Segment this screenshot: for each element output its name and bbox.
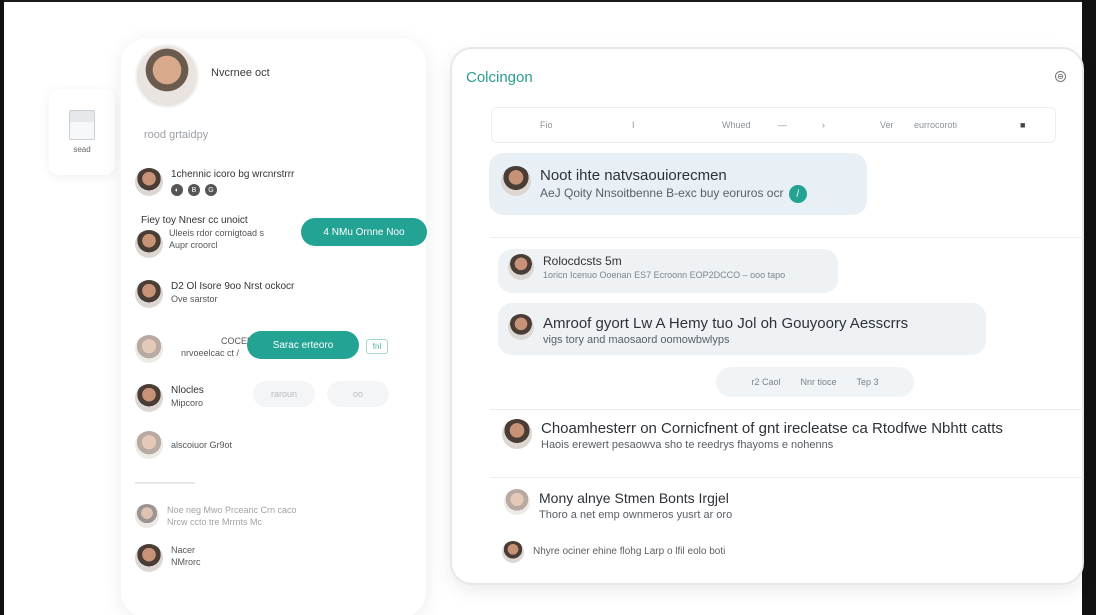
toolbar-item[interactable]: I: [632, 120, 635, 130]
message-body: Haois erewert pesaowva sho te reedrys fh…: [541, 439, 834, 451]
avatar: [135, 504, 159, 528]
message[interactable]: Amroof gyort Lw A Hemy tuo Jol oh Gouyoo…: [508, 314, 908, 348]
contacts-panel: Nvcrnee oct rood grtaidpy 1chennic icoro…: [121, 38, 427, 615]
contact-subtitle: Uleeis rdor cornigtoad s: [169, 228, 265, 238]
avatar: [508, 314, 534, 340]
tag-icon: G: [205, 184, 217, 196]
window-edge-top: [0, 0, 1096, 2]
contact-name: alscoiuor Gr9ot: [171, 440, 233, 450]
profile-avatar[interactable]: [135, 44, 199, 108]
contact-item[interactable]: 1chennic icoro bg wrcnrstrrr ◐ B G: [135, 168, 294, 196]
chip-mid: Nnr tioce: [800, 377, 837, 387]
divider: [490, 409, 1084, 410]
message-title: Noot ihte natvsaouiorecmen: [540, 167, 727, 184]
more-options-icon[interactable]: ⊖: [1055, 71, 1066, 82]
contact-subtitle: NMrorc: [171, 557, 201, 567]
divider: [135, 482, 195, 484]
message-title: Nhyre ociner ehine flohg Larp o lfil eol…: [533, 546, 726, 557]
message-title: Amroof gyort Lw A Hemy tuo Jol oh Gouyoo…: [543, 315, 909, 332]
contact-name: Fiey toy Nnesr cc unoict: [141, 215, 248, 226]
check-icon[interactable]: /: [788, 185, 807, 203]
secondary-button[interactable]: oo: [327, 381, 389, 407]
message-title: Choamhesterr on Cornicfnent of gnt irecl…: [541, 420, 1003, 437]
contact-action-button[interactable]: 4 NMu Ornne Noo: [301, 218, 427, 246]
avatar: [135, 335, 163, 363]
contact-subtitle: Mipcoro: [171, 398, 204, 408]
avatar: [135, 384, 163, 412]
message[interactable]: Mony alnye Stmen Bonts Irgjel Thoro a ne…: [504, 489, 732, 523]
thread-info-chip[interactable]: r2 Caol Nnr tioce Tep 3: [716, 367, 914, 397]
file-card[interactable]: sead: [49, 89, 115, 175]
contact-name: D2 Ol Isore 9oo Nrst ockocr: [171, 281, 295, 292]
toolbar-item: —: [778, 120, 787, 130]
contact-name: Nacer: [171, 545, 196, 555]
contact-item[interactable]: D2 Ol Isore 9oo Nrst ockocr Ove sarstor: [135, 280, 294, 308]
avatar: [501, 166, 531, 196]
message-body: vigs tory and maosaord oomowbwlyps: [543, 334, 730, 346]
avatar: [135, 431, 163, 459]
conversation-panel: Colcingon ⊖ Fio I Whued — › Ver eurrocor…: [450, 47, 1084, 585]
chip-left: r2 Caol: [751, 377, 781, 387]
avatar: [502, 419, 532, 449]
secondary-button[interactable]: raroun: [253, 381, 315, 407]
link-icon[interactable]: fnl: [366, 339, 388, 354]
avatar: [135, 168, 163, 196]
toolbar-item[interactable]: Fio: [540, 120, 553, 130]
contact-item[interactable]: COCENK nrvoeelcac ct /: [135, 335, 260, 363]
section-label: rood grtaidpy: [144, 129, 209, 141]
filter-toolbar: Fio I Whued — › Ver eurrocoroti ■: [491, 107, 1056, 143]
message-body: AeJ Qoity Nnsoitbenne B-exc buy eoruros …: [540, 186, 784, 201]
status-icon: ◐: [171, 184, 183, 196]
toolbar-item[interactable]: eurrocoroti: [914, 120, 957, 130]
message[interactable]: Nhyre ociner ehine flohg Larp o lfil eol…: [502, 541, 725, 563]
window-edge-left: [0, 0, 4, 615]
profile-name: Nvcrnee oct: [211, 67, 270, 79]
contact-item[interactable]: alscoiuor Gr9ot: [135, 431, 232, 459]
message[interactable]: Rolocdcsts 5m 1oricn Icenuo Ooenan ES7 E…: [508, 254, 785, 281]
contact-item[interactable]: Nlocles Mipcoro: [135, 384, 204, 412]
message[interactable]: Noot ihte natvsaouiorecmen AeJ Qoity Nns…: [501, 166, 807, 203]
lock-icon[interactable]: ■: [1020, 120, 1025, 130]
avatar: [135, 280, 163, 308]
contact-meta: Aupr croorcl: [169, 240, 218, 250]
document-icon: [69, 110, 95, 140]
panel-title: Colcingon: [466, 69, 533, 86]
message-title: Mony alnye Stmen Bonts Irgjel: [539, 490, 729, 506]
contact-item[interactable]: Noe neg Mwo Prceanc Crn caco Nrcw ccto t…: [135, 504, 297, 528]
avatar: [508, 254, 534, 280]
contact-item[interactable]: Fiey toy Nnesr cc unoict Uleeis rdor cor…: [135, 214, 265, 258]
window-edge-right: [1082, 0, 1096, 615]
message[interactable]: Choamhesterr on Cornicfnent of gnt irecl…: [502, 419, 1003, 453]
chevron-right-icon[interactable]: ›: [822, 120, 825, 130]
contact-subtitle: Nrcw ccto tre Mrrnts Mc: [167, 517, 263, 527]
contact-action-button[interactable]: Sarac erteoro: [247, 331, 359, 359]
avatar: [502, 541, 524, 563]
contact-name: Noe neg Mwo Prceanc Crn caco: [167, 505, 297, 515]
contact-item[interactable]: Nacer NMrorc: [135, 544, 201, 572]
message-title: Rolocdcsts 5m: [543, 254, 622, 268]
avatar: [135, 230, 163, 258]
toolbar-item[interactable]: Ver: [880, 120, 894, 130]
message-body: 1oricn Icenuo Ooenan ES7 Ecroonn EOP2DCC…: [543, 270, 786, 280]
avatar: [504, 489, 530, 515]
toolbar-item[interactable]: Whued: [722, 120, 751, 130]
file-card-label: sead: [73, 145, 91, 154]
contact-name: Nlocles: [171, 385, 204, 396]
avatar: [135, 544, 163, 572]
info-icon: B: [188, 184, 200, 196]
message-body: Thoro a net emp ownmeros yusrt ar oro: [539, 509, 733, 521]
divider: [490, 477, 1084, 478]
contact-name: 1chennic icoro bg wrcnrstrrr: [171, 169, 295, 180]
chip-right: Tep 3: [856, 377, 879, 387]
contact-subtitle: Ove sarstor: [171, 294, 218, 304]
divider: [490, 237, 1084, 238]
